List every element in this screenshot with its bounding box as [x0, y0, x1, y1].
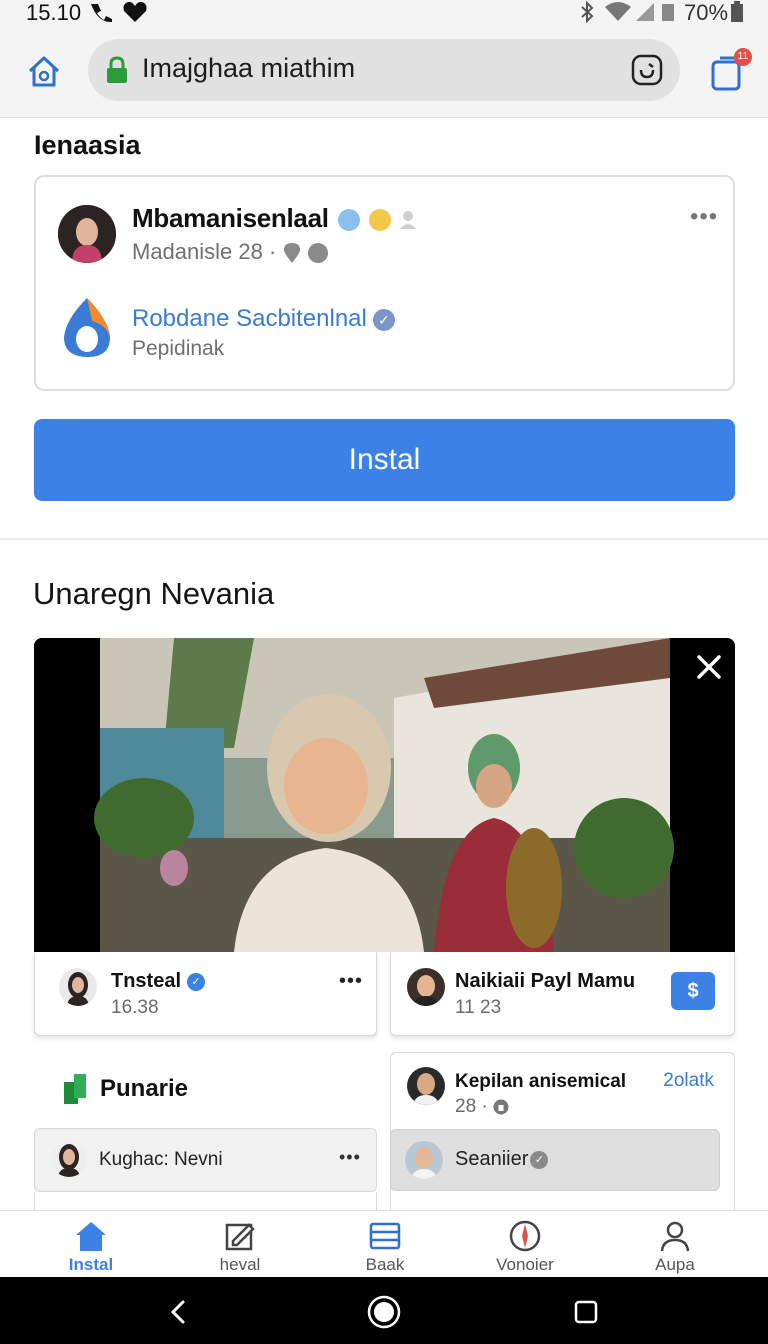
profile-name[interactable]: Mbamanisenlaal — [132, 203, 416, 234]
more-options-icon[interactable]: ••• — [339, 1147, 361, 1168]
section-divider — [0, 538, 768, 540]
battery-level: 70% — [684, 0, 729, 25]
nav-item-instal[interactable]: Instal — [36, 1219, 146, 1277]
page-subtitle: Pepidinak — [132, 337, 225, 360]
nav-label: Vonoier — [496, 1255, 554, 1274]
author-name: Kepilan anisemical — [455, 1071, 627, 1092]
post-card[interactable]: Tnsteal ✓ 16.38 ••• — [34, 952, 377, 1036]
bluetooth-icon — [581, 1, 594, 23]
nav-label: Baak — [365, 1255, 405, 1274]
drop-logo-icon — [64, 298, 110, 357]
more-options-icon[interactable]: ••• — [690, 203, 718, 231]
battery-small-icon — [662, 4, 674, 21]
compass-icon — [509, 1220, 541, 1252]
home-icon — [76, 1222, 106, 1251]
photo-image — [34, 638, 735, 952]
system-navigation-bar — [0, 1277, 768, 1344]
author-name: Naikiaii Payl Mamu — [455, 970, 636, 992]
verified-icon: ✓ — [530, 1150, 549, 1169]
post-time: 11 23 — [455, 997, 502, 1018]
nav-label: Instal — [68, 1255, 114, 1274]
tabs-button[interactable]: 11 — [708, 48, 752, 94]
missed-call-icon — [91, 4, 112, 23]
post-card[interactable]: Kepilan anisemical 28 · 2olatk Seaniier ✓ — [390, 1052, 735, 1210]
page-name[interactable]: Robdane Sacbitenlnal ✓ — [132, 305, 395, 333]
battery-icon — [731, 1, 743, 22]
tabs-count-badge: 11 — [734, 48, 752, 66]
nav-item-vonoier[interactable]: Vonoier — [470, 1219, 580, 1277]
list-item-label: Seaniier ✓ — [455, 1148, 549, 1171]
location-icon — [284, 243, 329, 264]
avatar — [405, 1141, 443, 1179]
profile-name-text: Mbamanisenlaal — [132, 203, 329, 233]
browser-toolbar: Imajghaa miathim 11 — [0, 26, 768, 118]
lock-small-icon — [493, 1099, 509, 1115]
address-bar[interactable]: Imajghaa miathim — [88, 39, 680, 101]
list-item[interactable]: Kughac: Nevni ••• — [34, 1128, 377, 1192]
back-icon[interactable] — [166, 1299, 192, 1325]
nav-label: Aupa — [655, 1255, 695, 1274]
flag-icon — [64, 1074, 86, 1104]
home-icon[interactable] — [24, 52, 64, 92]
page-logo[interactable] — [58, 295, 116, 361]
avatar-photo — [58, 1144, 80, 1177]
feed-photo[interactable] — [34, 638, 735, 952]
recents-icon[interactable] — [573, 1299, 599, 1325]
nav-item-aupa[interactable]: Aupa — [620, 1219, 730, 1277]
verified-icon: ✓ — [187, 972, 206, 991]
avatar-photo — [407, 968, 445, 1006]
author-name: Tnsteal ✓ — [111, 970, 206, 993]
more-options-icon[interactable]: ••• — [339, 970, 363, 993]
section-label: Punarie — [100, 1075, 189, 1102]
post-meta-text: 28 · — [455, 1096, 488, 1117]
avatar — [407, 1067, 445, 1105]
profile-subtitle: Madanisle 28 · — [132, 239, 330, 265]
dollar-badge[interactable]: $ — [671, 972, 715, 1010]
avatar-photo — [405, 1141, 443, 1179]
avatar-photo — [407, 1067, 445, 1105]
author-name-text: Tnsteal — [111, 970, 182, 992]
refresh-icon[interactable] — [630, 53, 664, 87]
avatar — [59, 968, 97, 1006]
edit-icon — [225, 1223, 255, 1251]
avatar[interactable] — [58, 205, 116, 263]
card-continuation — [34, 1192, 377, 1210]
status-time: 15.10 — [26, 0, 82, 25]
page-name-text: Robdane Sacbitenlnal — [132, 305, 367, 332]
profile-subtitle-text: Madanisle 28 · — [132, 239, 277, 264]
section-title: Unaregn Nevania — [33, 576, 275, 611]
lock-icon — [107, 56, 127, 83]
close-icon[interactable] — [692, 650, 726, 684]
card-link[interactable]: 2olatk — [663, 1070, 714, 1092]
heart-icon — [123, 1, 147, 22]
home-circle-icon[interactable] — [366, 1294, 402, 1330]
list-item-label-text: Seaniier — [455, 1148, 529, 1170]
post-time: 16.38 — [111, 997, 159, 1018]
signal-icon — [636, 3, 654, 21]
install-button[interactable]: Instal — [34, 419, 735, 501]
list-item-label: Kughac: Nevni — [99, 1149, 223, 1170]
verified-icon: ✓ — [372, 308, 395, 331]
nav-item-baak[interactable]: Baak — [330, 1219, 440, 1277]
nav-item-heval[interactable]: heval — [185, 1219, 295, 1277]
bottom-navigation: Instal heval Baak Vonoier Aupa — [0, 1210, 768, 1276]
avatar — [51, 1141, 87, 1177]
status-bar: 15.10 70% — [0, 0, 768, 26]
list-icon — [369, 1222, 401, 1250]
profile-icon — [660, 1221, 690, 1252]
avatar — [407, 968, 445, 1006]
post-meta: 28 · — [455, 1096, 509, 1118]
avatar-photo — [58, 205, 116, 263]
post-card[interactable]: Naikiaii Payl Mamu 11 23 $ — [390, 952, 735, 1036]
profile-card: Mbamanisenlaal Madanisle 28 · ••• Robdan… — [34, 175, 735, 391]
reaction-icons — [337, 209, 416, 232]
section-title: Ienaasia — [34, 130, 141, 160]
nav-label: heval — [219, 1255, 261, 1274]
avatar-photo — [67, 972, 89, 1006]
list-item[interactable]: Seaniier ✓ — [390, 1129, 720, 1191]
url-text[interactable]: Imajghaa miathim — [142, 53, 355, 84]
wifi-icon — [605, 2, 631, 21]
